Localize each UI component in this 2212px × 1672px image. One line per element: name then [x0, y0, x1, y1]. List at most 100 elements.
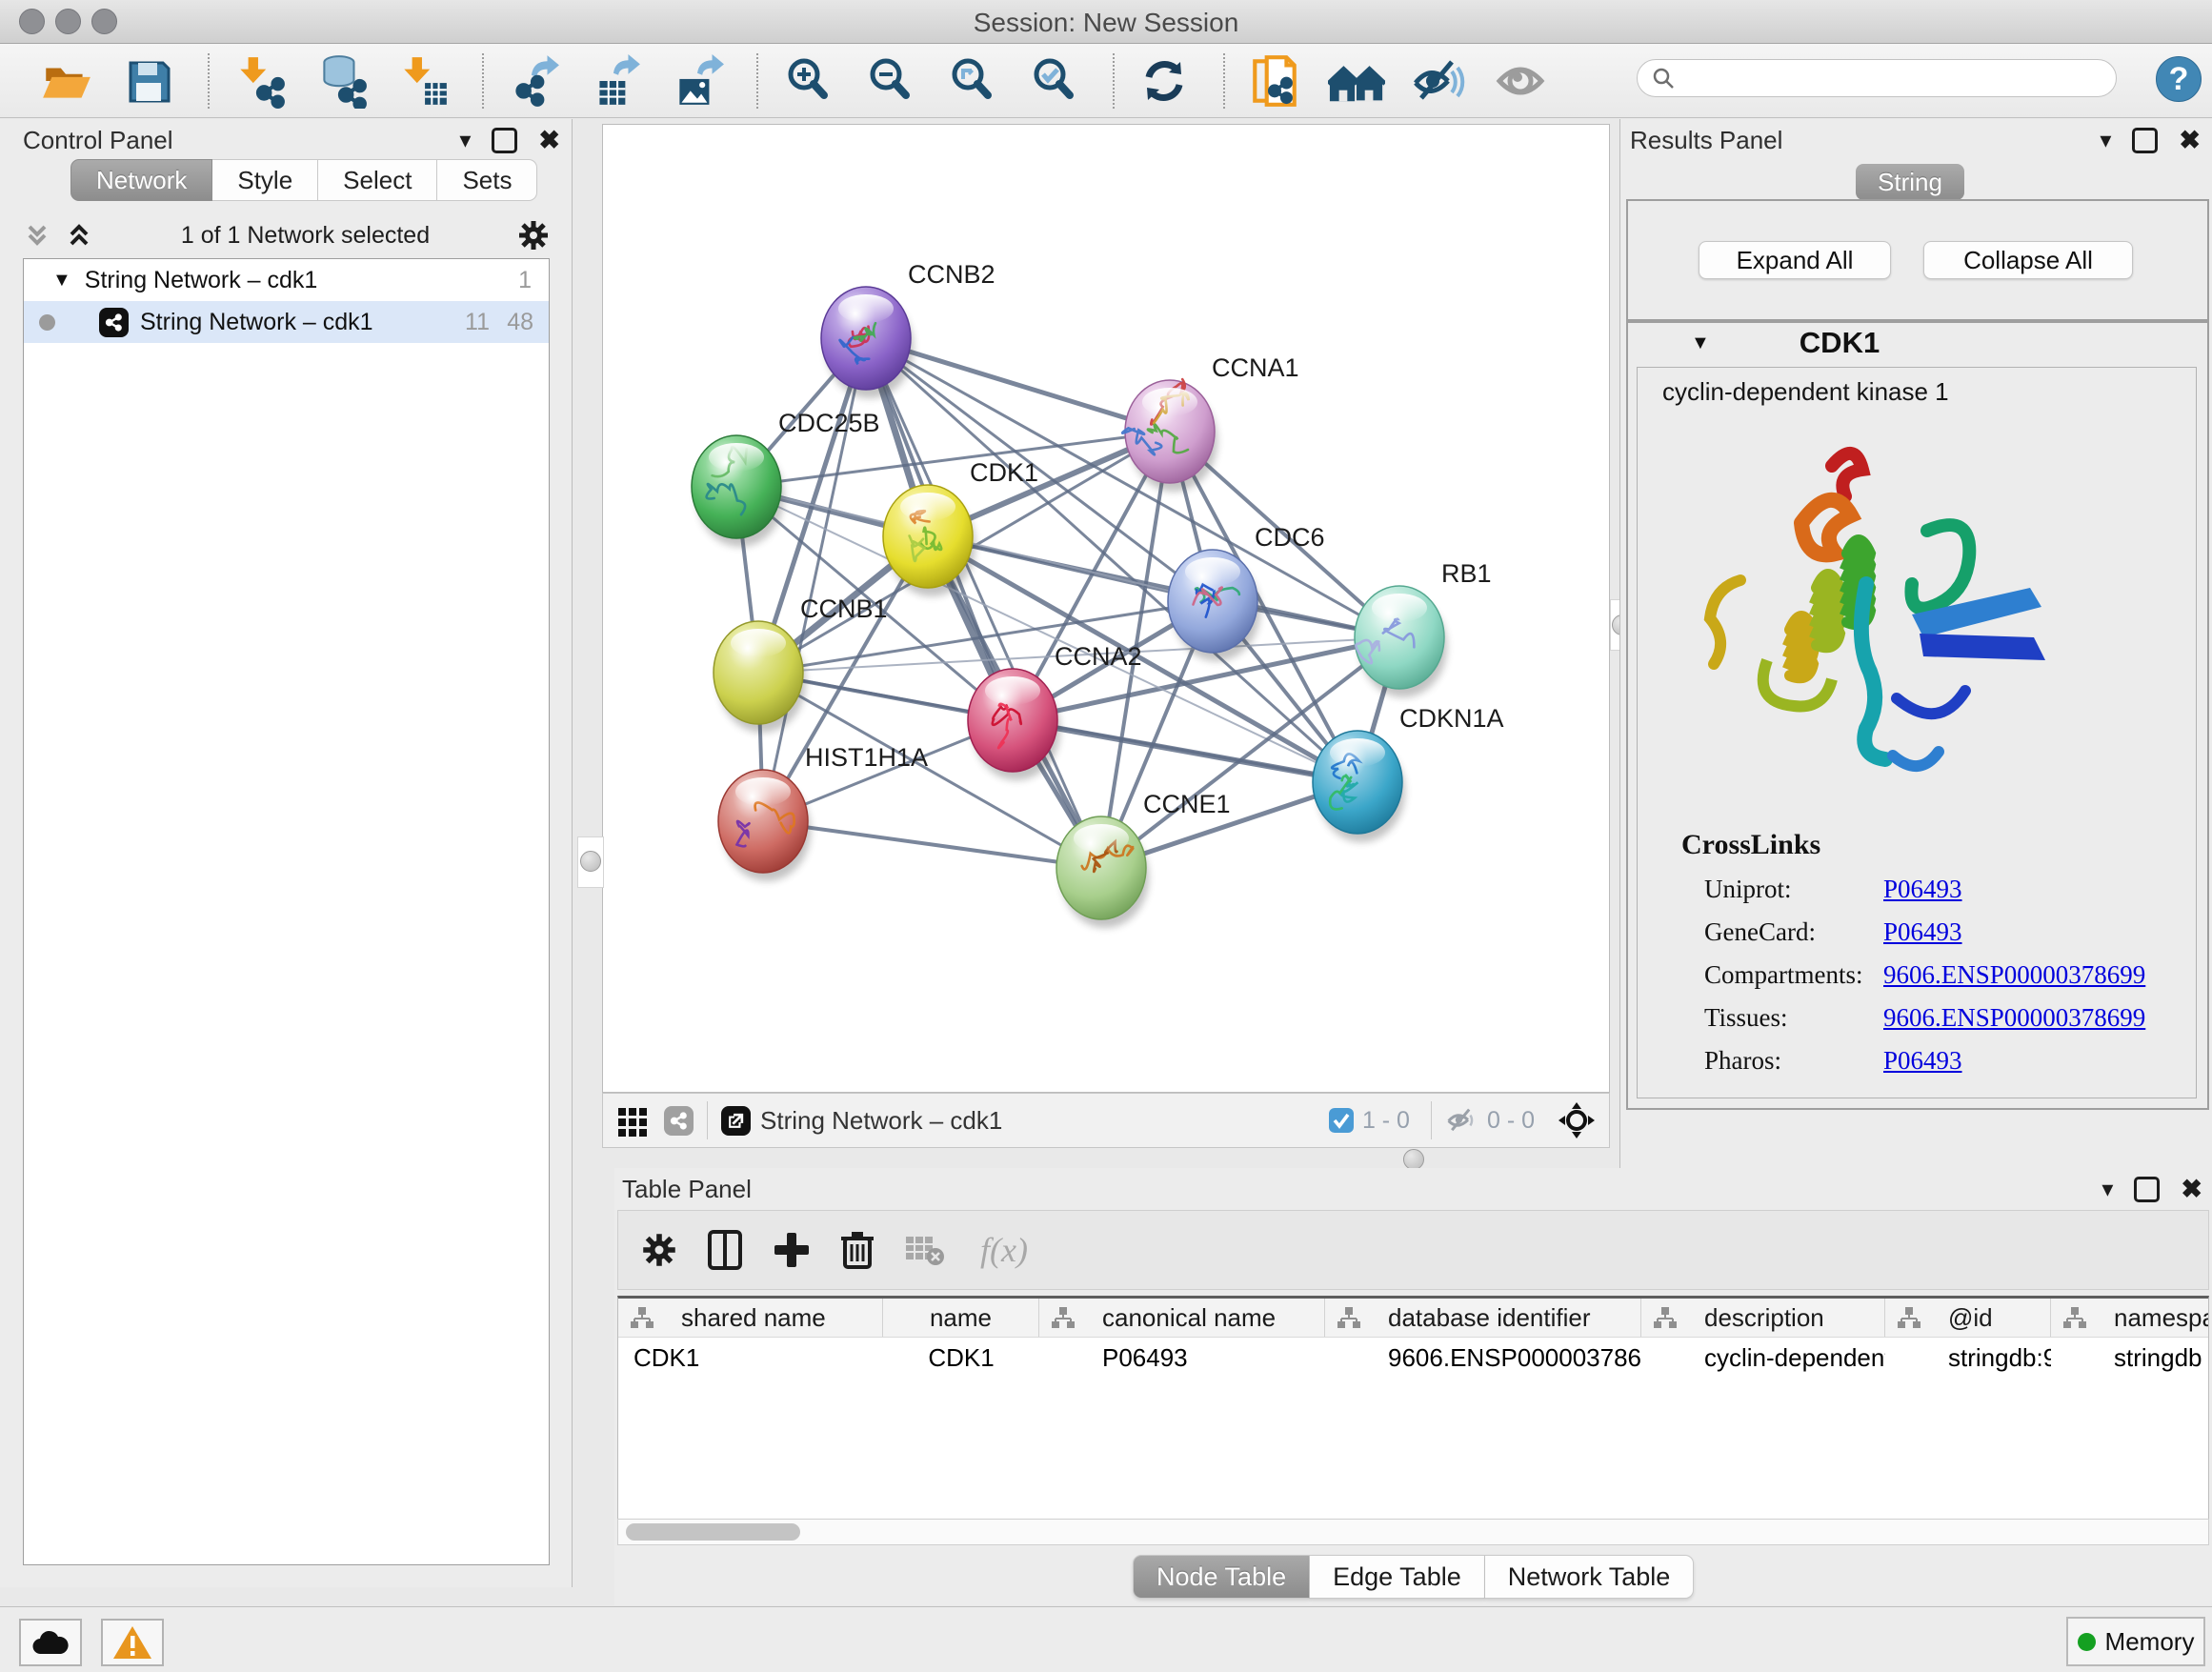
warning-triangle-icon: [112, 1624, 152, 1661]
edge-CCNB2-CCNE1[interactable]: [866, 338, 1101, 868]
network-view-canvas[interactable]: CCNB2CCNA1CDC25BCDK1CDC6RB1CCNB1CCNA2CDK…: [602, 124, 1610, 1093]
column-header-shared-name[interactable]: shared name: [618, 1299, 883, 1337]
fit-selection-crosshair-icon[interactable]: [1558, 1101, 1596, 1139]
tab-sets[interactable]: Sets: [437, 159, 537, 201]
import-table-button[interactable]: [394, 52, 452, 110]
network-row-selected[interactable]: String Network – cdk1 11 48: [24, 301, 549, 343]
bottom-splitter-knob[interactable]: [1403, 1149, 1424, 1170]
collapse-all-button[interactable]: Collapse All: [1923, 241, 2133, 279]
control-panel-close-icon[interactable]: ✖: [538, 126, 560, 155]
network-selected-status: 1 of 1 Network selected: [93, 222, 517, 250]
crosslink-link[interactable]: 9606.ENSP00000378699: [1883, 960, 2145, 990]
tab-network[interactable]: Network: [70, 159, 212, 201]
cloud-button[interactable]: [19, 1619, 82, 1666]
export-network-button[interactable]: [505, 52, 562, 110]
search-box[interactable]: [1637, 59, 2117, 97]
import-network-file-button[interactable]: [231, 52, 288, 110]
node-CDK1[interactable]: CDK1: [883, 458, 1038, 596]
node-CCNE1[interactable]: CCNE1: [1056, 790, 1231, 928]
expand-all-button[interactable]: Expand All: [1699, 241, 1891, 279]
table-panel-float-icon[interactable]: [2134, 1177, 2160, 1202]
zoom-selected-button[interactable]: [1025, 52, 1082, 110]
table-row[interactable]: CDK1CDK1P064939606.ENSP00000378699cyclin…: [618, 1338, 2208, 1378]
crosslink-link[interactable]: 9606.ENSP00000378699: [1883, 1003, 2145, 1033]
control-panel-float-icon[interactable]: [492, 128, 517, 153]
node-CCNA1[interactable]: CCNA1: [1122, 353, 1298, 492]
toolbar-separator: [208, 53, 210, 109]
column-header-description[interactable]: description: [1641, 1299, 1885, 1337]
column-type-icon: [630, 1306, 654, 1329]
column-header-database-identifier[interactable]: database identifier: [1325, 1299, 1641, 1337]
column-header-namespace[interactable]: namespace: [2051, 1299, 2209, 1337]
node-label-CCNA2: CCNA2: [1055, 642, 1142, 671]
edge-HIST1H1A-CCNE1[interactable]: [763, 821, 1101, 868]
tab-select[interactable]: Select: [318, 159, 437, 201]
show-hidden-button[interactable]: [1492, 52, 1549, 110]
refresh-layout-button[interactable]: [1136, 52, 1193, 110]
crosslinks-title: CrossLinks: [1681, 829, 2196, 861]
network-options-gear-icon[interactable]: [517, 219, 550, 252]
help-button[interactable]: ?: [2156, 56, 2202, 102]
expand-all-chevron-icon[interactable]: [65, 221, 93, 250]
column-type-icon: [1653, 1306, 1678, 1329]
zoom-out-button[interactable]: [861, 52, 918, 110]
node-HIST1H1A[interactable]: HIST1H1A: [718, 743, 928, 881]
zoom-in-button[interactable]: [779, 52, 836, 110]
memory-button[interactable]: Memory: [2066, 1617, 2205, 1666]
node-table[interactable]: shared namenamecanonical namedatabase id…: [617, 1296, 2209, 1545]
network-collection-row[interactable]: ▼ String Network – cdk1 1: [24, 259, 549, 301]
left-splitter-knob[interactable]: [580, 851, 601, 872]
open-in-browser-icon[interactable]: [721, 1106, 751, 1136]
export-image-button[interactable]: [669, 52, 726, 110]
save-session-button[interactable]: [120, 52, 177, 110]
crosslink-link[interactable]: P06493: [1883, 1046, 1962, 1076]
hide-selected-button[interactable]: [1410, 52, 1467, 110]
create-column-plus-icon[interactable]: [773, 1229, 811, 1271]
fit-content-button[interactable]: [943, 52, 1000, 110]
warnings-button[interactable]: [101, 1619, 164, 1666]
node-CDC25B[interactable]: CDC25B: [692, 409, 880, 547]
results-panel-close-icon[interactable]: ✖: [2179, 126, 2201, 155]
collection-expand-triangle[interactable]: ▼: [52, 270, 71, 292]
crosslink-link[interactable]: P06493: [1883, 875, 1962, 904]
table-panel-menu-arrow[interactable]: ▾: [2101, 1176, 2113, 1203]
gene-collapse-triangle[interactable]: ▼: [1691, 332, 1710, 354]
search-icon: [1651, 66, 1676, 91]
hidden-eye-slash-icon[interactable]: [1445, 1106, 1479, 1135]
control-panel-menu-arrow[interactable]: ▾: [459, 127, 471, 154]
crosslink-link[interactable]: P06493: [1883, 917, 1962, 947]
node-CCNB1[interactable]: CCNB1: [714, 594, 888, 733]
tab-network-table[interactable]: Network Table: [1485, 1555, 1695, 1599]
tab-edge-table[interactable]: Edge Table: [1310, 1555, 1485, 1599]
export-table-button[interactable]: [587, 52, 644, 110]
scrollbar-thumb[interactable]: [626, 1523, 800, 1541]
table-options-gear-icon[interactable]: [641, 1232, 677, 1268]
column-label: description: [1704, 1303, 1824, 1333]
column-header--id[interactable]: @id: [1885, 1299, 2051, 1337]
show-columns-icon[interactable]: [706, 1229, 744, 1271]
open-session-button[interactable]: [38, 52, 95, 110]
column-header-canonical-name[interactable]: canonical name: [1039, 1299, 1325, 1337]
string-network-badge-icon[interactable]: [664, 1106, 694, 1136]
table-horizontal-scrollbar[interactable]: [617, 1519, 2209, 1545]
node-CDC6[interactable]: CDC6: [1168, 523, 1325, 661]
eye-slash-icon: [1410, 54, 1467, 108]
node-CDKN1A[interactable]: CDKN1A: [1313, 704, 1504, 842]
selected-checkbox-icon[interactable]: [1328, 1107, 1355, 1134]
tab-string[interactable]: String: [1856, 164, 1964, 200]
birdseye-grid-icon[interactable]: [616, 1104, 649, 1137]
node-RB1[interactable]: RB1: [1355, 559, 1492, 697]
tab-node-table[interactable]: Node Table: [1133, 1555, 1310, 1599]
show-all-networks-button[interactable]: [1328, 52, 1385, 110]
delete-trash-icon[interactable]: [839, 1229, 875, 1271]
search-input[interactable]: [1676, 64, 2080, 92]
table-panel-close-icon[interactable]: ✖: [2181, 1175, 2202, 1204]
results-panel-float-icon[interactable]: [2132, 128, 2158, 153]
import-network-database-button[interactable]: [312, 52, 370, 110]
duplicate-network-button[interactable]: [1246, 52, 1303, 110]
string-network-graph[interactable]: CCNB2CCNA1CDC25BCDK1CDC6RB1CCNB1CCNA2CDK…: [603, 125, 1609, 1092]
results-panel-menu-arrow[interactable]: ▾: [2100, 127, 2111, 154]
column-header-name[interactable]: name: [883, 1299, 1039, 1337]
tab-style[interactable]: Style: [212, 159, 318, 201]
collapse-all-chevron-icon[interactable]: [23, 221, 51, 250]
